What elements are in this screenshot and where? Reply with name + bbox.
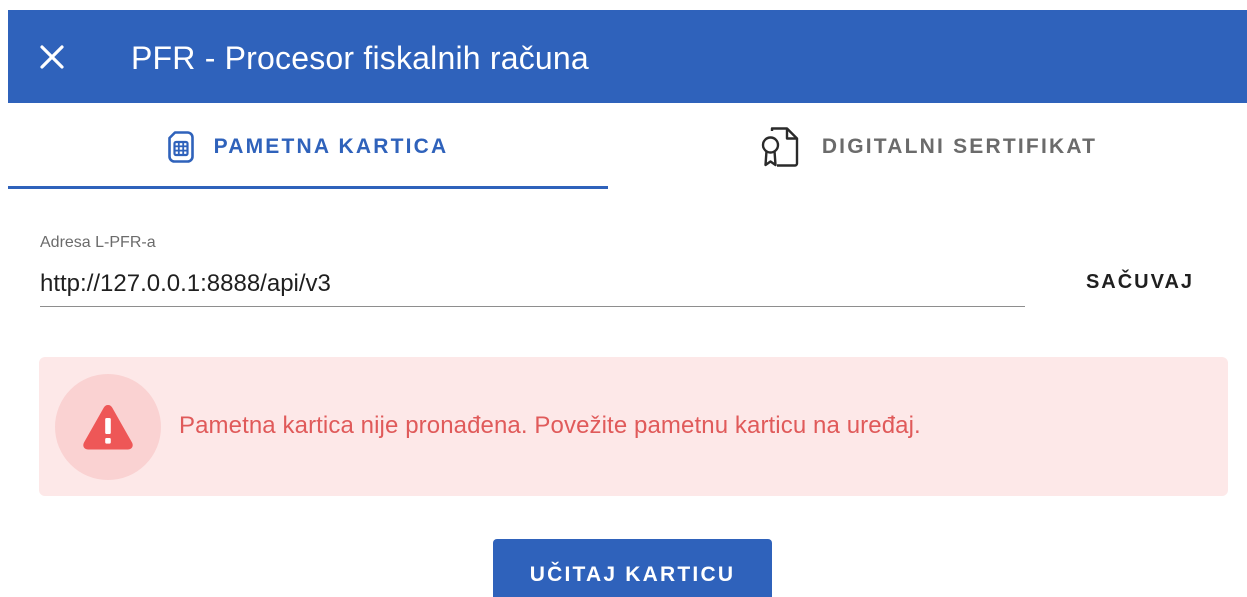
pfr-dialog: PFR - Procesor fiskalnih računa PAMETNA …: [0, 0, 1247, 597]
tab-smart-card-label: PAMETNA KARTICA: [213, 135, 449, 158]
active-tab-indicator: [8, 186, 608, 189]
tab-digital-certificate[interactable]: DIGITALNI SERTIFIKAT: [608, 104, 1247, 190]
app-title: PFR - Procesor fiskalnih računa: [131, 40, 589, 76]
address-input[interactable]: [40, 262, 1025, 307]
save-button[interactable]: SAČUVAJ: [1060, 264, 1220, 300]
address-field-label: Adresa L-PFR-a: [40, 234, 156, 251]
app-bar: PFR - Procesor fiskalnih računa: [8, 10, 1247, 103]
close-button[interactable]: [32, 37, 72, 77]
tab-digital-certificate-label: DIGITALNI SERTIFIKAT: [821, 135, 1098, 158]
certificate-document-icon: [761, 127, 799, 167]
alert-icon-circle: [55, 374, 161, 480]
warning-icon: [83, 405, 133, 450]
address-field: Adresa L-PFR-a: [40, 228, 1025, 310]
error-alert: Pametna kartica nije pronađena. Povežite…: [39, 357, 1228, 496]
tab-smart-card[interactable]: PAMETNA KARTICA: [8, 104, 608, 190]
alert-message: Pametna kartica nije pronađena. Povežite…: [179, 412, 921, 439]
load-card-button[interactable]: UČITAJ KARTICU: [493, 539, 772, 597]
sim-card-icon: [167, 131, 194, 163]
close-icon: [40, 45, 64, 69]
